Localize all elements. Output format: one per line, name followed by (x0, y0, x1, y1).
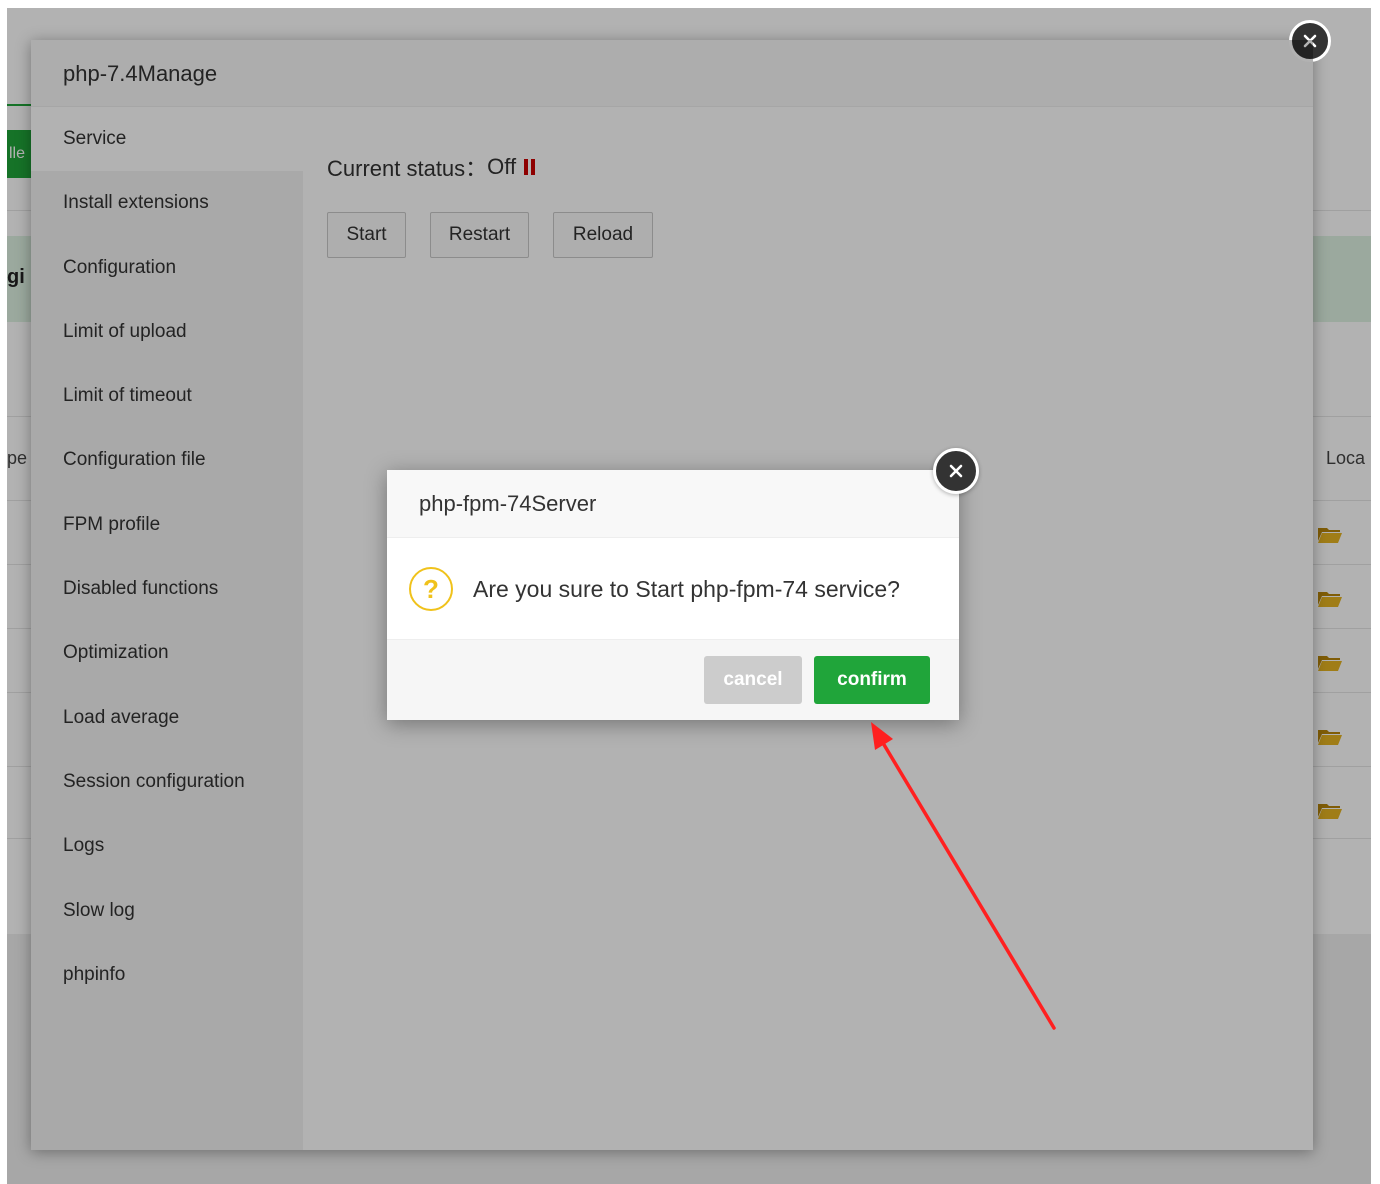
dialog-title: php-fpm-74Server (387, 470, 959, 538)
dialog-close-button[interactable] (933, 448, 979, 494)
dialog-message: Are you sure to Start php-fpm-74 service… (473, 575, 900, 602)
confirm-dialog: php-fpm-74Server ? Are you sure to Start… (387, 448, 979, 720)
confirm-button[interactable]: confirm (814, 656, 930, 704)
close-icon (949, 464, 963, 478)
question-icon: ? (409, 567, 453, 611)
cancel-button[interactable]: cancel (704, 656, 802, 704)
dialog-body: ? Are you sure to Start php-fpm-74 servi… (387, 538, 959, 640)
dialog-footer: cancel confirm (387, 639, 959, 720)
